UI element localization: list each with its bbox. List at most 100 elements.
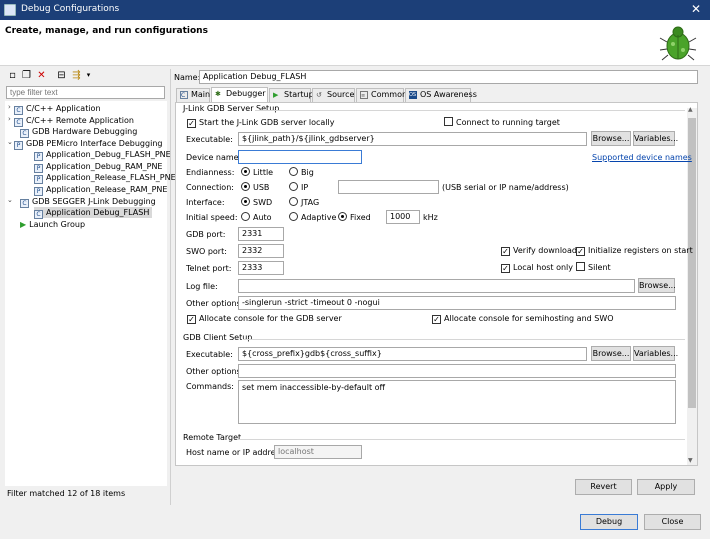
local-host-only-checkbox[interactable]: ✓ Local host only [501,262,573,273]
verify-downloads-checkbox[interactable]: ✓ Verify downloads [501,245,581,256]
ip-radio[interactable]: IP [289,182,308,193]
tab-debugger[interactable]: ✱ Debugger [211,87,268,102]
collapse-icon[interactable]: ⌄ [7,138,13,146]
fixed-speed-radio[interactable]: Fixed [338,212,371,223]
duplicate-icon[interactable]: ❐ [21,70,32,81]
checkmark-icon: ✓ [501,247,510,256]
alloc-gdb-console-checkbox[interactable]: ✓ Allocate console for the GDB server [187,313,342,324]
close-button[interactable]: Close [644,514,701,530]
tree-item-cpp-application[interactable]: C C/C++ Application [14,103,101,115]
alloc-semihosting-checkbox[interactable]: ✓ Allocate console for semihosting and SW… [432,313,614,324]
server-executable-input[interactable]: ${jlink_path}/${jlink_gdbserver} [238,132,587,146]
checkmark-icon: ✓ [187,119,196,128]
c-config-icon: C [20,129,29,138]
expand-icon[interactable]: › [8,103,14,111]
name-input[interactable]: Application Debug_FLASH [199,70,698,84]
collapse-icon[interactable]: ⌄ [7,196,13,204]
tree-item-segger-jlink[interactable]: C GDB SEGGER J-Link Debugging [20,196,156,208]
filter-input[interactable] [6,86,165,99]
tree-item-pemicro[interactable]: P GDB PEMicro Interface Debugging [14,138,162,150]
client-executable-input[interactable]: ${cross_prefix}gdb${cross_suffix} [238,347,587,361]
client-executable-label: Executable: [186,350,233,359]
header-title: Create, manage, and run configurations [5,26,208,36]
other-options-label: Other options: [186,299,244,308]
server-browse-button[interactable]: Browse... [591,131,631,146]
tab-os-awareness[interactable]: OS OS Awareness [405,88,477,102]
divider [255,110,685,111]
tree-item-release-ram-pne[interactable]: P Application_Release_RAM_PNE [34,184,167,196]
app-icon [4,4,16,16]
filter-icon[interactable]: ⇶ [71,70,82,81]
splitter[interactable] [170,69,171,505]
usb-radio[interactable]: USB [241,182,269,193]
client-variables-button[interactable]: Variables... [633,346,678,361]
server-group-title: J-Link GDB Server Setup [183,104,280,113]
apply-button[interactable]: Apply [637,479,695,495]
filter-dropdown-icon[interactable]: ▾ [83,70,94,81]
tab-main[interactable]: C Main [176,88,210,102]
radio-dot [289,212,298,221]
tree-item-cpp-remote[interactable]: C C/C++ Remote Application [14,115,134,127]
radio-dot [289,167,298,176]
swo-port-label: SWO port: [186,247,227,256]
checkmark-icon: ✓ [501,264,510,273]
init-registers-checkbox[interactable]: ✓ Initialize registers on start [576,245,693,256]
start-locally-checkbox[interactable]: ✓ Start the J-Link GDB server locally [187,117,335,128]
swo-port-input[interactable]: 2332 [238,244,284,258]
speed-unit: kHz [423,213,438,222]
log-file-input[interactable] [238,279,635,293]
tab-source[interactable]: ↺ Source [312,88,355,102]
common-tab-icon: ≡ [360,91,368,99]
gdb-port-input[interactable]: 2331 [238,227,284,241]
config-tree: C C/C++ Application C C/C++ Remote Applica… [5,101,176,486]
auto-speed-radio[interactable]: Auto [241,212,272,223]
radio-dot [289,197,298,206]
divider [243,339,685,340]
jtag-radio[interactable]: JTAG [289,197,319,208]
debug-button[interactable]: Debug [580,514,638,530]
adaptive-speed-radio[interactable]: Adaptive [289,212,336,223]
host-input[interactable]: localhost [274,445,362,459]
scroll-up-icon[interactable]: ▲ [688,106,693,113]
device-name-input[interactable] [238,150,362,164]
tree-item-debug-ram-pne[interactable]: P Application_Debug_RAM_PNE [34,161,162,173]
collapse-all-icon[interactable]: ⊟ [56,70,67,81]
tab-common[interactable]: ≡ Common [356,88,407,102]
tree-item-app-debug-flash[interactable]: C Application Debug_FLASH [34,207,153,219]
server-variables-button[interactable]: Variables... [633,131,678,146]
tree-item-gdb-hardware[interactable]: C GDB Hardware Debugging [20,126,137,138]
commands-textarea[interactable]: set mem inaccessible-by-default off [238,380,676,424]
swd-radio[interactable]: SWD [241,197,272,208]
client-browse-button[interactable]: Browse... [591,346,631,361]
server-other-options-input[interactable]: -singlerun -strict -timeout 0 -nogui [238,296,676,310]
tree-item-launch-group[interactable]: ▶ Launch Group [20,219,85,230]
speed-input[interactable]: 1000 [386,210,420,224]
delete-icon[interactable]: ✕ [36,70,47,81]
radio-dot [241,212,250,221]
close-window-icon[interactable]: ✕ [691,2,701,16]
log-browse-button[interactable]: Browse... [638,278,676,293]
tab-startup[interactable]: ▶ Startup [269,88,314,102]
client-other-options-input[interactable] [238,364,676,378]
revert-button[interactable]: Revert [575,479,632,495]
supported-devices-link[interactable]: Supported device names [592,153,692,162]
ip-address-input[interactable] [338,180,439,194]
log-file-label: Log file: [186,282,218,291]
pemicro-icon: P [34,187,43,196]
interface-label: Interface: [186,198,225,207]
new-config-icon[interactable]: ▫ [7,70,18,81]
little-radio[interactable]: Little [241,167,273,178]
name-label: Name: [174,73,201,82]
pemicro-icon: P [34,152,43,161]
ip-hint: (USB serial or IP name/address) [442,183,569,192]
expand-icon[interactable]: › [8,115,14,123]
big-radio[interactable]: Big [289,167,314,178]
title-bar: Debug Configurations ✕ [0,0,710,20]
checkbox-box [576,262,585,271]
connect-running-checkbox[interactable]: Connect to running target [444,117,560,128]
scroll-down-icon[interactable]: ▼ [688,457,693,464]
silent-checkbox[interactable]: Silent [576,262,611,273]
tree-item-debug-flash-pne[interactable]: P Application_Debug_FLASH_PNE [34,149,171,161]
telnet-port-input[interactable]: 2333 [238,261,284,275]
tree-item-release-flash-pne[interactable]: P Application_Release_FLASH_PNE [34,172,176,184]
